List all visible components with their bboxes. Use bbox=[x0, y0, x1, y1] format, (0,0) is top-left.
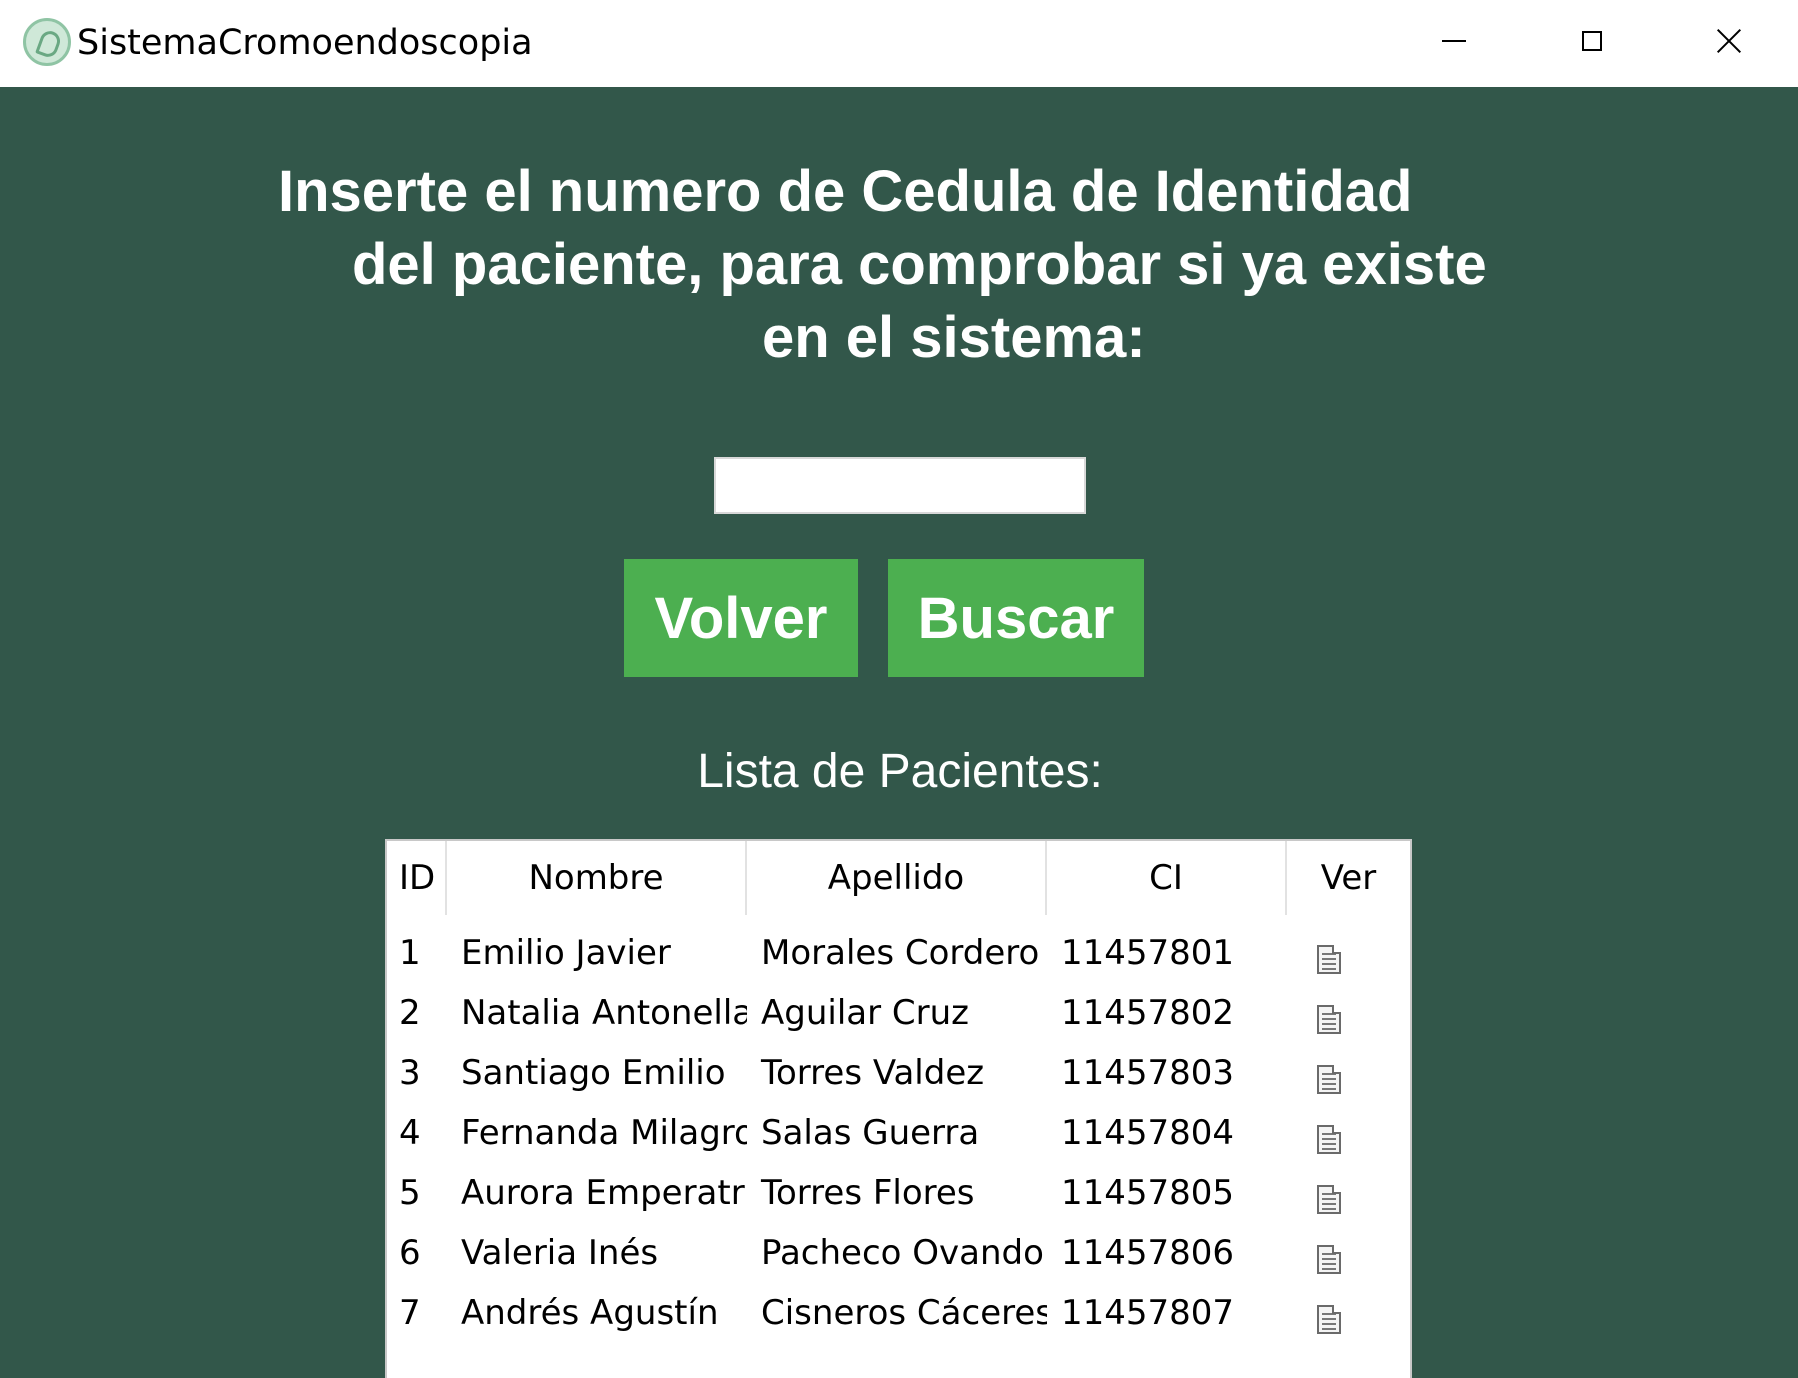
title-bar: SistemaCromoendoscopia bbox=[0, 0, 1798, 87]
cell-nombre: Natalia Antonella bbox=[461, 993, 747, 1033]
prompt-line-1: Inserte el numero de Cedula de Identidad bbox=[278, 159, 1413, 224]
cell-ver bbox=[1287, 1173, 1410, 1214]
minimize-icon bbox=[1442, 39, 1466, 42]
cell-apellido: Pacheco Ovando bbox=[761, 1233, 1044, 1273]
cell-ci: 11457801 bbox=[1061, 933, 1235, 973]
cell-nombre: Emilio Javier bbox=[461, 933, 671, 973]
view-document-icon[interactable] bbox=[1317, 1124, 1341, 1154]
column-header-nombre[interactable]: Nombre bbox=[447, 841, 747, 915]
cell-apellido: Morales Cordero bbox=[761, 933, 1040, 973]
prompt-line-3: en el sistema: bbox=[762, 305, 1146, 370]
cell-ci: 11457805 bbox=[1061, 1173, 1235, 1213]
table-row[interactable]: 3 Santiago Emilio Torres Valdez 11457803 bbox=[387, 1043, 1410, 1103]
cell-nombre: Aurora Emperatri: bbox=[461, 1173, 747, 1213]
cell-id: 1 bbox=[399, 933, 421, 973]
minimize-button[interactable] bbox=[1385, 0, 1523, 81]
cell-ci: 11457806 bbox=[1061, 1233, 1235, 1273]
cell-apellido: Salas Guerra bbox=[761, 1113, 980, 1153]
cell-nombre: Santiago Emilio bbox=[461, 1053, 726, 1093]
back-button[interactable]: Volver bbox=[624, 559, 858, 677]
maximize-icon bbox=[1582, 30, 1602, 51]
table-row[interactable]: 6 Valeria Inés Pacheco Ovando 11457806 bbox=[387, 1223, 1410, 1283]
search-button[interactable]: Buscar bbox=[888, 559, 1144, 677]
view-document-icon[interactable] bbox=[1317, 1244, 1341, 1274]
cell-apellido: Torres Valdez bbox=[761, 1053, 985, 1093]
maximize-button[interactable] bbox=[1523, 0, 1661, 81]
cell-apellido: Torres Flores bbox=[761, 1173, 975, 1213]
cell-apellido: Aguilar Cruz bbox=[761, 993, 970, 1033]
view-document-icon[interactable] bbox=[1317, 1064, 1341, 1094]
column-header-id[interactable]: ID bbox=[387, 841, 447, 915]
table-header: ID Nombre Apellido CI Ver bbox=[387, 841, 1410, 915]
cedula-input[interactable] bbox=[714, 457, 1086, 514]
close-icon bbox=[1717, 29, 1741, 53]
cell-ver bbox=[1287, 1233, 1410, 1274]
cell-ver bbox=[1287, 1053, 1410, 1094]
table-row[interactable]: 2 Natalia Antonella Aguilar Cruz 1145780… bbox=[387, 983, 1410, 1043]
cell-ver bbox=[1287, 1293, 1410, 1334]
column-header-ver[interactable]: Ver bbox=[1287, 841, 1410, 915]
cell-nombre: Fernanda Milagro bbox=[461, 1113, 747, 1153]
table-row[interactable]: 4 Fernanda Milagro Salas Guerra 11457804 bbox=[387, 1103, 1410, 1163]
table-row[interactable]: 7 Andrés Agustín Cisneros Cáceres 114578… bbox=[387, 1283, 1410, 1343]
cell-ver bbox=[1287, 993, 1410, 1034]
cell-apellido: Cisneros Cáceres bbox=[761, 1293, 1047, 1333]
cell-ci: 11457802 bbox=[1061, 993, 1235, 1033]
cell-id: 4 bbox=[399, 1113, 421, 1153]
column-header-ci[interactable]: CI bbox=[1047, 841, 1287, 915]
prompt-line-2: del paciente, para comprobar si ya exist… bbox=[352, 232, 1487, 297]
patient-list-title: Lista de Pacientes: bbox=[697, 745, 1103, 798]
table-body: 1 Emilio Javier Morales Cordero 11457801… bbox=[387, 923, 1410, 1343]
view-document-icon[interactable] bbox=[1317, 1304, 1341, 1334]
cell-ver bbox=[1287, 1113, 1410, 1154]
view-document-icon[interactable] bbox=[1317, 1004, 1341, 1034]
cell-id: 7 bbox=[399, 1293, 421, 1333]
view-document-icon[interactable] bbox=[1317, 944, 1341, 974]
cell-id: 3 bbox=[399, 1053, 421, 1093]
cell-nombre: Andrés Agustín bbox=[461, 1293, 719, 1333]
window-title: SistemaCromoendoscopia bbox=[77, 23, 533, 63]
app-logo-icon bbox=[23, 18, 71, 66]
table-row[interactable]: 5 Aurora Emperatri: Torres Flores 114578… bbox=[387, 1163, 1410, 1223]
patient-table: ID Nombre Apellido CI Ver 1 Emilio Javie… bbox=[385, 839, 1412, 1378]
close-button[interactable] bbox=[1660, 0, 1798, 81]
cell-id: 5 bbox=[399, 1173, 421, 1213]
cell-id: 2 bbox=[399, 993, 421, 1033]
table-row[interactable]: 1 Emilio Javier Morales Cordero 11457801 bbox=[387, 923, 1410, 983]
cell-nombre: Valeria Inés bbox=[461, 1233, 659, 1273]
cell-ci: 11457807 bbox=[1061, 1293, 1235, 1333]
column-header-apellido[interactable]: Apellido bbox=[747, 841, 1047, 915]
view-document-icon[interactable] bbox=[1317, 1184, 1341, 1214]
cell-ver bbox=[1287, 933, 1410, 974]
cell-ci: 11457803 bbox=[1061, 1053, 1235, 1093]
cell-id: 6 bbox=[399, 1233, 421, 1273]
cell-ci: 11457804 bbox=[1061, 1113, 1235, 1153]
